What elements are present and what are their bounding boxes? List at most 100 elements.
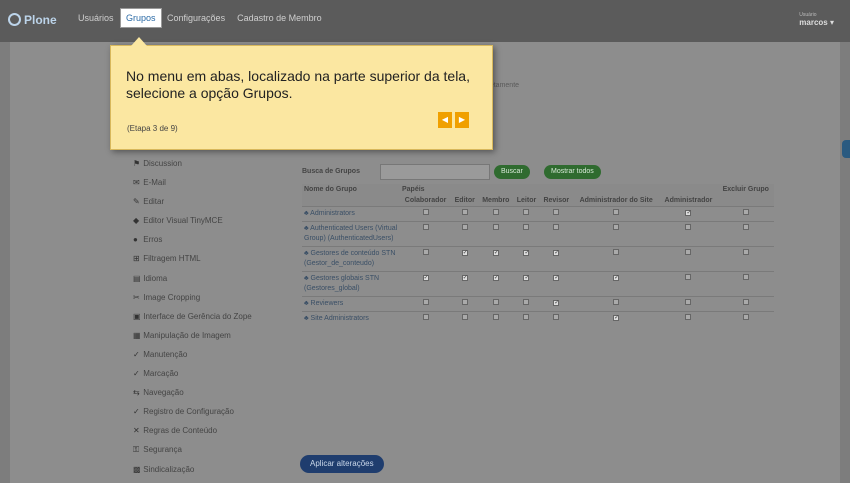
sidebar-item[interactable]: ▦ Manipulação de Imagem [133, 330, 252, 349]
group-name: Authenticated Users (Virtual Group) (Aut… [304, 225, 398, 242]
nav-tab-cadastro[interactable]: Cadastro de Membro [237, 13, 322, 23]
role-checkbox[interactable]: ✓ [523, 250, 530, 256]
delete-checkbox[interactable] [742, 209, 749, 215]
role-checkbox[interactable] [523, 224, 530, 230]
role-checkbox[interactable]: ✓ [461, 275, 468, 281]
role-checkbox[interactable]: ✓ [461, 250, 468, 256]
role-checkbox[interactable] [685, 314, 692, 320]
role-checkbox[interactable] [461, 209, 468, 215]
role-checkbox[interactable]: ✓ [685, 210, 692, 216]
sidebar-item[interactable]: ✓ Marcação [133, 368, 252, 387]
sidebar-item[interactable]: ◆ Editor Visual TinyMCE [133, 215, 252, 234]
role-checkbox[interactable]: ✓ [553, 275, 559, 281]
sidebar-item[interactable]: ▩ Sindicalização [133, 464, 252, 483]
checkbox-cell [478, 296, 514, 312]
role-checkbox[interactable] [461, 299, 468, 305]
sidebar-item[interactable]: ⊞ Filtragem HTML [133, 253, 252, 272]
chevron-down-icon: ▾ [829, 18, 834, 27]
checkbox-cell: ✓ [539, 296, 573, 312]
delete-checkbox[interactable] [742, 249, 749, 255]
user-name: marcos [799, 18, 828, 27]
role-checkbox[interactable] [492, 299, 499, 305]
sidebar-item[interactable]: ⚿ Segurança [133, 444, 252, 463]
role-checkbox[interactable] [422, 249, 429, 255]
sidebar-item[interactable]: ⚑ Discussion [133, 158, 252, 177]
user-menu[interactable]: Usuário marcos ▾ [799, 12, 834, 27]
sidebar-item[interactable]: ✕ Regras de Conteúdo [133, 425, 252, 444]
search-input[interactable] [380, 164, 490, 180]
group-name-cell[interactable]: ♣ Administrators [302, 206, 400, 222]
tooltip-prev-button[interactable]: ◀ [438, 112, 452, 128]
delete-checkbox[interactable] [742, 224, 749, 230]
group-name-cell[interactable]: ♣ Authenticated Users (Virtual Group) (A… [302, 221, 400, 247]
role-checkbox[interactable] [523, 299, 530, 305]
delete-checkbox[interactable] [742, 314, 749, 320]
group-name-cell[interactable]: ♣ Gestores de conteúdo STN (Gestor_de_co… [302, 246, 400, 272]
role-checkbox[interactable]: ✓ [492, 250, 499, 256]
checkbox-cell [717, 221, 774, 247]
role-checkbox[interactable] [422, 299, 429, 305]
role-checkbox[interactable]: ✓ [553, 300, 559, 306]
group-name-cell[interactable]: ♣ Reviewers [302, 296, 400, 312]
sidebar-item[interactable]: ✉ E-Mail [133, 177, 252, 196]
sidebar-item[interactable]: ⇆ Navegação [133, 387, 252, 406]
sidebar-item-icon: ✕ [133, 426, 140, 436]
sidebar-item[interactable]: ✓ Manutenção [133, 349, 252, 368]
sidebar-item[interactable]: ✎ Editar [133, 196, 252, 215]
role-checkbox[interactable] [422, 314, 429, 320]
role-checkbox[interactable] [461, 224, 468, 230]
table-row: ♣ Administrators ✓ [302, 206, 774, 222]
role-checkbox[interactable] [613, 209, 620, 215]
role-checkbox[interactable] [613, 249, 620, 255]
sidebar-item-label: Image Cropping [143, 292, 201, 302]
search-button[interactable]: Buscar [494, 165, 530, 179]
sidebar-item[interactable]: ▣ Interface de Gerência do Zope [133, 311, 252, 330]
delete-checkbox[interactable] [742, 274, 749, 280]
role-checkbox[interactable]: ✓ [492, 275, 499, 281]
plone-logo[interactable]: Plone [8, 13, 57, 27]
sidebar-item[interactable]: ▤ Idioma [133, 273, 252, 292]
role-checkbox[interactable] [492, 224, 499, 230]
checkbox-cell [659, 246, 718, 272]
role-checkbox[interactable] [492, 209, 499, 215]
role-checkbox[interactable]: ✓ [523, 275, 530, 281]
group-name-cell[interactable]: ♣ Gestores globais STN (Gestores_global) [302, 271, 400, 297]
nav-tab-usuarios[interactable]: Usuários [78, 13, 114, 23]
role-checkbox[interactable] [685, 224, 692, 230]
group-name-cell[interactable]: ♣ Site Administrators [302, 311, 400, 326]
role-checkbox[interactable] [492, 314, 499, 320]
nav-tab-configuracoes[interactable]: Configurações [167, 13, 225, 23]
role-checkbox[interactable]: ✓ [422, 275, 429, 281]
sidebar-item-label: Marcação [143, 369, 179, 379]
tooltip-next-button[interactable]: ▶ [455, 112, 469, 128]
role-checkbox[interactable] [461, 314, 468, 320]
nav-tab-grupos[interactable]: Grupos [120, 8, 162, 28]
side-toggle-tab[interactable] [842, 140, 850, 158]
sidebar-item[interactable]: ● Erros [133, 234, 252, 253]
role-checkbox[interactable] [613, 299, 620, 305]
role-checkbox[interactable] [422, 224, 429, 230]
role-checkbox[interactable] [553, 209, 560, 215]
checkbox-cell: ✓ [539, 271, 573, 297]
role-checkbox[interactable] [553, 314, 560, 320]
role-checkbox[interactable]: ✓ [613, 275, 619, 281]
delete-checkbox[interactable] [742, 299, 749, 305]
role-checkbox[interactable]: ✓ [553, 250, 559, 256]
role-checkbox[interactable] [685, 299, 692, 305]
role-checkbox[interactable] [422, 209, 429, 215]
show-all-button[interactable]: Mostrar todos [544, 165, 601, 179]
role-checkbox[interactable] [685, 249, 692, 255]
role-checkbox[interactable] [523, 314, 530, 320]
role-checkbox[interactable] [523, 209, 530, 215]
sidebar-item-icon: ✓ [133, 349, 140, 359]
role-checkbox[interactable]: ✓ [613, 315, 619, 321]
col-header-roles: Papéis [400, 184, 718, 195]
sidebar-item[interactable]: ✓ Registro de Configuração [133, 406, 252, 425]
role-checkbox[interactable] [685, 274, 692, 280]
checkbox-cell [659, 311, 718, 326]
role-checkbox[interactable] [613, 224, 620, 230]
role-checkbox[interactable] [553, 224, 560, 230]
sidebar-item-label: Segurança [143, 445, 182, 455]
apply-changes-button[interactable]: Aplicar alterações [300, 455, 384, 473]
sidebar-item[interactable]: ✂ Image Cropping [133, 292, 252, 311]
